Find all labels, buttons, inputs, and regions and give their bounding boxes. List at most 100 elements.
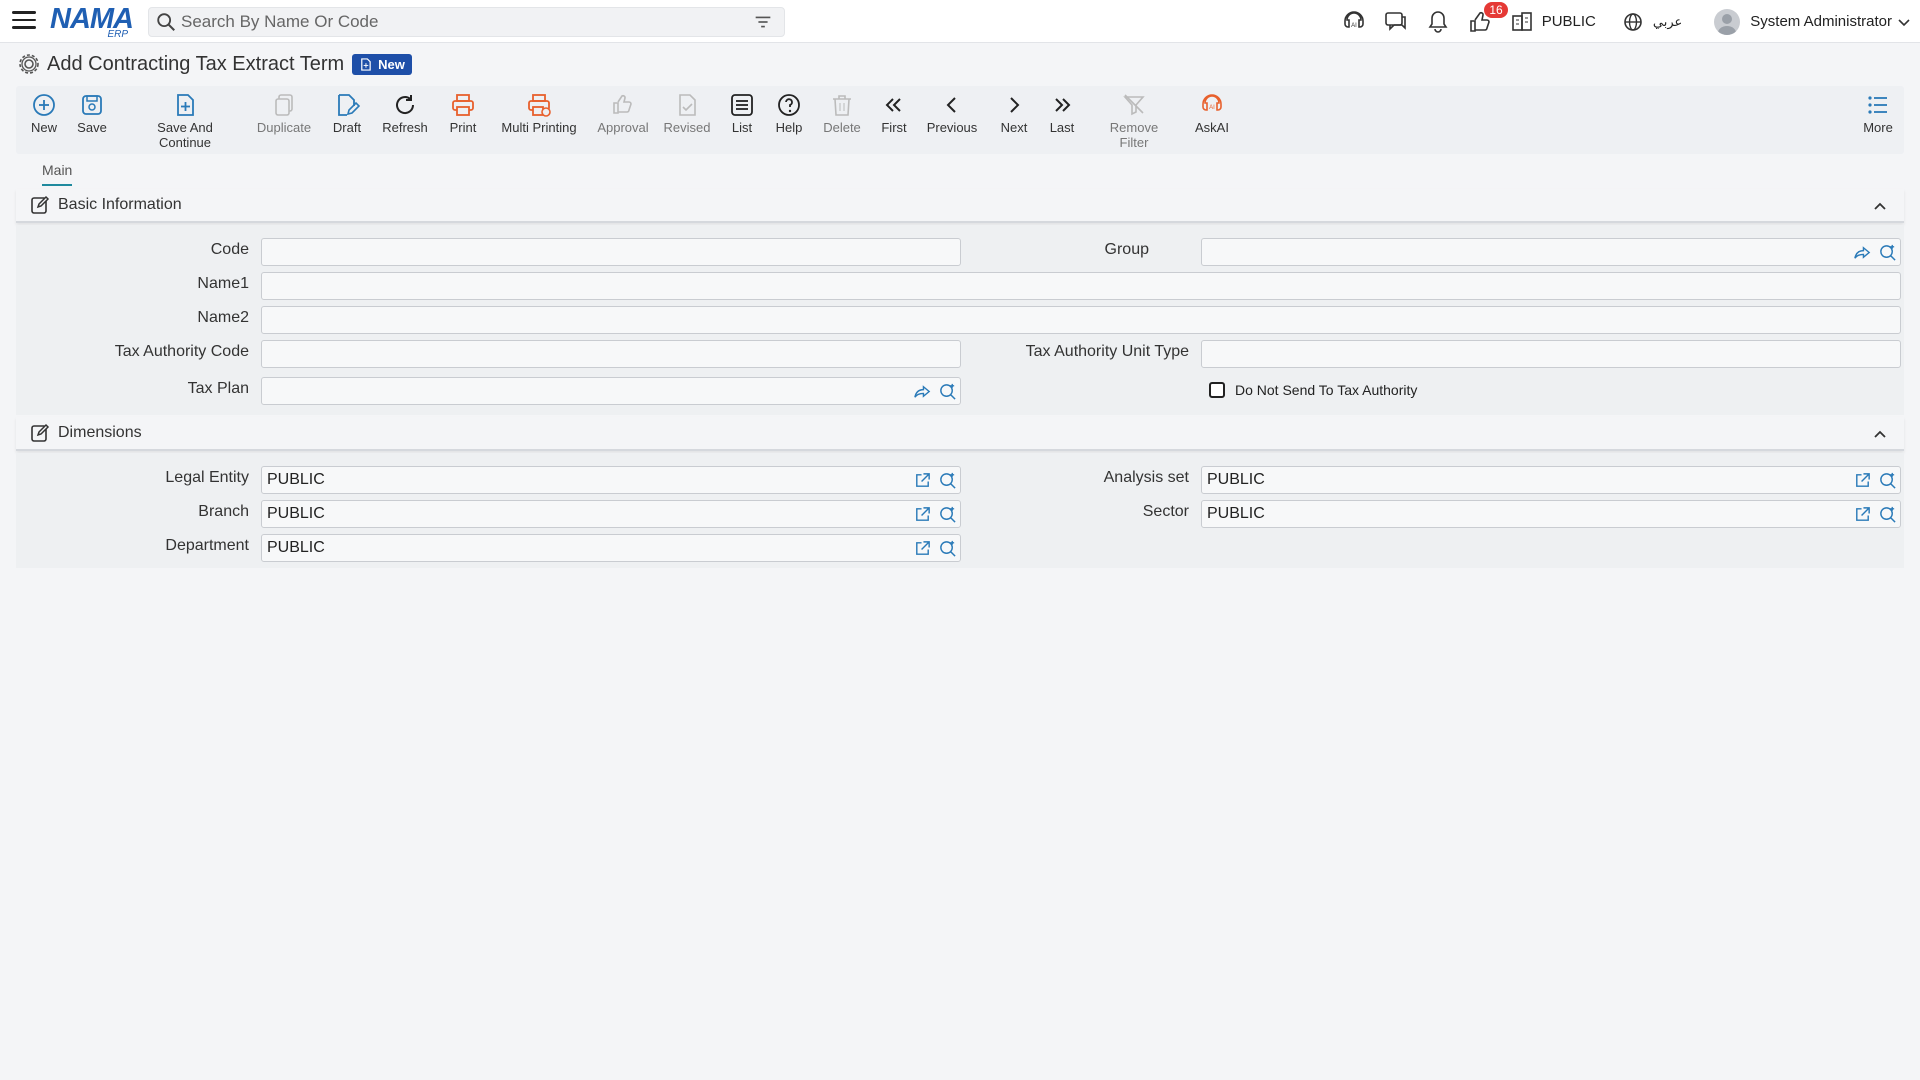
save-and-continue-button[interactable]: Save And Continue bbox=[130, 92, 240, 150]
multi-printing-button[interactable]: Multi Printing bbox=[494, 92, 584, 135]
first-record-button[interactable]: First bbox=[878, 92, 910, 135]
dimensions-body: Legal Entity PUBLIC Analysis set PUBLIC … bbox=[16, 453, 1904, 568]
revised-button[interactable]: Revised bbox=[662, 92, 712, 135]
section-title: Dimensions bbox=[58, 424, 142, 441]
bell-icon[interactable] bbox=[1424, 8, 1452, 36]
draft-button[interactable]: Draft bbox=[328, 92, 366, 135]
analysis-set-field[interactable]: PUBLIC bbox=[1201, 466, 1901, 494]
print-button[interactable]: Print bbox=[444, 92, 482, 135]
save-icon bbox=[82, 95, 102, 115]
ai-assistant-icon[interactable]: AI bbox=[1340, 8, 1368, 36]
search-bar[interactable]: Search By Name Or Code bbox=[148, 7, 785, 37]
do-not-send-checkbox[interactable] bbox=[1209, 382, 1225, 398]
help-button[interactable]: Help bbox=[772, 92, 806, 135]
notification-badge: 16 bbox=[1484, 1, 1508, 18]
basic-information-header[interactable]: Basic Information bbox=[16, 189, 1904, 223]
trash-icon bbox=[833, 95, 851, 116]
legal-entity-label: Legal Entity bbox=[165, 469, 249, 486]
chevron-up-icon[interactable] bbox=[1872, 426, 1888, 442]
thumbs-up-icon bbox=[613, 94, 632, 114]
save-button[interactable]: Save bbox=[74, 92, 110, 135]
more-button[interactable]: More bbox=[1860, 92, 1896, 135]
search-add-icon[interactable] bbox=[938, 471, 957, 490]
search-add-icon[interactable] bbox=[1878, 505, 1897, 524]
document-plus-icon bbox=[177, 94, 194, 116]
group-label: Group bbox=[1104, 241, 1149, 258]
section-title: Basic Information bbox=[58, 196, 182, 213]
delete-button[interactable]: Delete bbox=[820, 92, 864, 135]
open-external-icon[interactable] bbox=[1853, 471, 1872, 490]
name1-field[interactable] bbox=[261, 272, 1901, 300]
askai-button[interactable]: AI AskAI bbox=[1192, 92, 1232, 135]
name1-label: Name1 bbox=[197, 275, 249, 292]
building-icon[interactable] bbox=[1508, 8, 1536, 36]
refresh-icon bbox=[396, 95, 415, 114]
refresh-button[interactable]: Refresh bbox=[380, 92, 430, 135]
search-add-icon[interactable] bbox=[1878, 243, 1897, 262]
list-icon bbox=[731, 94, 753, 116]
previous-record-button[interactable]: Previous bbox=[926, 92, 978, 135]
name2-field[interactable] bbox=[261, 306, 1901, 334]
chevron-right-icon bbox=[1010, 97, 1020, 113]
code-field[interactable] bbox=[261, 238, 961, 266]
revised-document-icon bbox=[679, 94, 696, 116]
do-not-send-label: Do Not Send To Tax Authority bbox=[1235, 382, 1418, 398]
group-field[interactable] bbox=[1201, 238, 1901, 266]
chevron-up-icon[interactable] bbox=[1872, 198, 1888, 214]
open-external-icon[interactable] bbox=[913, 505, 932, 524]
share-icon[interactable] bbox=[913, 382, 932, 401]
sector-label: Sector bbox=[1142, 503, 1189, 520]
double-chevron-left-icon bbox=[885, 98, 901, 112]
remove-filter-button[interactable]: Remove Filter bbox=[1094, 92, 1174, 150]
next-record-button[interactable]: Next bbox=[998, 92, 1030, 135]
nama-erp-logo[interactable]: NAMA ERP bbox=[50, 4, 134, 40]
user-menu[interactable]: System Administrator bbox=[1750, 13, 1892, 30]
dimensions-header[interactable]: Dimensions bbox=[16, 417, 1904, 451]
share-icon[interactable] bbox=[1853, 243, 1872, 262]
tax-authority-code-label: Tax Authority Code bbox=[114, 343, 249, 360]
action-toolbar: New Save Save And Continue Duplicate Dra… bbox=[16, 86, 1904, 154]
double-chevron-right-icon bbox=[1055, 98, 1071, 112]
globe-icon[interactable] bbox=[1619, 8, 1647, 36]
tax-authority-code-field[interactable] bbox=[261, 340, 961, 368]
last-record-button[interactable]: Last bbox=[1046, 92, 1078, 135]
draft-edit-icon bbox=[338, 94, 360, 116]
tax-authority-unit-type-field[interactable] bbox=[1201, 340, 1901, 368]
approvals-icon[interactable]: 16 bbox=[1466, 1, 1508, 36]
search-add-icon[interactable] bbox=[1878, 471, 1897, 490]
branch-field[interactable]: PUBLIC bbox=[261, 500, 961, 528]
open-external-icon[interactable] bbox=[913, 471, 932, 490]
remove-filter-icon bbox=[1123, 94, 1145, 116]
avatar[interactable] bbox=[1714, 8, 1741, 35]
document-icon bbox=[361, 57, 371, 71]
legal-entity-selector[interactable]: PUBLIC bbox=[1542, 13, 1596, 30]
plus-circle-icon bbox=[33, 94, 55, 116]
language-switch[interactable]: عربي bbox=[1653, 14, 1682, 30]
svg-text:AI: AI bbox=[1351, 23, 1357, 29]
search-add-icon[interactable] bbox=[938, 539, 957, 558]
code-label: Code bbox=[210, 241, 249, 258]
new-button[interactable]: New bbox=[26, 92, 62, 135]
search-add-icon[interactable] bbox=[938, 382, 957, 401]
duplicate-button[interactable]: Duplicate bbox=[256, 92, 312, 135]
search-input[interactable]: Search By Name Or Code bbox=[181, 12, 752, 32]
chevron-down-icon[interactable] bbox=[1896, 14, 1912, 30]
department-field[interactable]: PUBLIC bbox=[261, 534, 961, 562]
filter-icon[interactable] bbox=[752, 11, 774, 33]
list-button[interactable]: List bbox=[726, 92, 758, 135]
search-add-icon[interactable] bbox=[938, 505, 957, 524]
open-external-icon[interactable] bbox=[913, 539, 932, 558]
legal-entity-field[interactable]: PUBLIC bbox=[261, 466, 961, 494]
tax-plan-field[interactable] bbox=[261, 377, 961, 405]
sector-field[interactable]: PUBLIC bbox=[1201, 500, 1901, 528]
department-label: Department bbox=[165, 537, 249, 554]
askai-icon: AI bbox=[1202, 94, 1222, 111]
open-external-icon[interactable] bbox=[1853, 505, 1872, 524]
tax-plan-label: Tax Plan bbox=[187, 380, 249, 397]
chat-icon[interactable] bbox=[1382, 8, 1410, 36]
menu-icon[interactable] bbox=[12, 11, 36, 31]
settings-gear-icon bbox=[19, 54, 39, 74]
approval-button[interactable]: Approval bbox=[596, 92, 650, 135]
multi-printer-icon bbox=[528, 94, 551, 117]
tab-main[interactable]: Main bbox=[42, 162, 73, 186]
